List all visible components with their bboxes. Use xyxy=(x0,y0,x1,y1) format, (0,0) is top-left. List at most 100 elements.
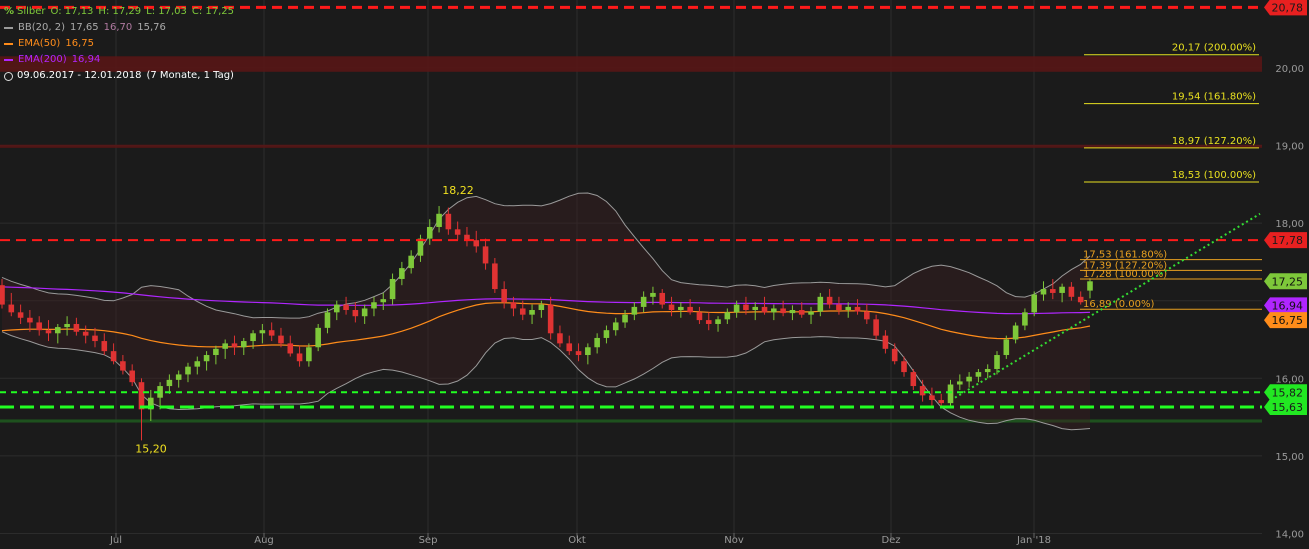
fib-label: 18,53 (100.00%) xyxy=(1172,170,1256,181)
candle-body xyxy=(984,368,991,373)
fib-label: 18,97 (127.20%) xyxy=(1172,136,1256,147)
candle-body xyxy=(557,333,563,344)
candle-body xyxy=(957,381,963,385)
candle xyxy=(315,323,321,352)
support-badge: 15,63 xyxy=(1264,399,1307,416)
candle-body xyxy=(1003,339,1010,356)
candle-body xyxy=(668,304,675,311)
bb-low: 15,76 xyxy=(137,22,166,33)
candle-body xyxy=(64,323,70,328)
candle-body xyxy=(203,355,210,362)
candle-body xyxy=(715,319,721,324)
y-tick-label: 18,00 xyxy=(1275,219,1304,230)
candle-body xyxy=(287,343,294,354)
candle-body xyxy=(213,348,219,356)
low-label: 15,20 xyxy=(135,442,167,455)
candle-body xyxy=(836,304,842,311)
candle-body xyxy=(510,302,517,309)
candle-body xyxy=(687,306,693,313)
candle-body xyxy=(101,341,108,352)
candle-body xyxy=(250,333,256,342)
bb-up: 16,70 xyxy=(103,22,133,33)
candle-body xyxy=(966,376,972,382)
candle-body xyxy=(315,327,321,348)
candle-body xyxy=(240,341,247,348)
x-tick-label: Sep xyxy=(419,535,438,546)
candle-body xyxy=(808,311,814,315)
candle-body xyxy=(1068,286,1075,297)
candle-body xyxy=(380,299,387,303)
y-tick-label: 14,00 xyxy=(1275,530,1304,541)
candle-body xyxy=(640,296,647,307)
candle-body xyxy=(780,308,786,314)
candle xyxy=(138,378,145,441)
candle-body xyxy=(371,302,377,309)
candle-body xyxy=(55,327,61,334)
candle-body xyxy=(27,317,33,323)
period: (7 Monate, 1 Tag) xyxy=(146,70,234,81)
candle-body xyxy=(724,312,731,320)
candle-body xyxy=(705,320,712,324)
price-badge: 16,94 xyxy=(1264,297,1307,314)
bb-swatch xyxy=(4,27,13,29)
chart-legend: % Silber O: 17,13 H: 17,29 L: 17,03 C: 1… xyxy=(4,4,239,84)
fib-small-label: 17,28 (100.00%) xyxy=(1083,269,1167,280)
candle-body xyxy=(473,240,480,247)
candle-body xyxy=(82,331,89,336)
support-badge: 15,82 xyxy=(1264,384,1307,401)
legend-ema50: EMA(50) 16,75 xyxy=(4,36,239,52)
candle-body xyxy=(622,314,628,323)
candle-body xyxy=(817,296,824,312)
bollinger-bands xyxy=(1,192,1091,431)
candle-body xyxy=(426,226,433,239)
candle-body xyxy=(929,395,935,401)
price-badge-text: 17,25 xyxy=(1272,275,1304,288)
candle-body xyxy=(631,306,638,315)
candle-body xyxy=(482,246,489,264)
candle-body xyxy=(891,348,898,362)
candle-body xyxy=(1040,289,1047,295)
candle-body xyxy=(324,312,331,328)
fib-small-label: 17,53 (161.80%) xyxy=(1083,250,1167,261)
candle-body xyxy=(231,343,238,348)
candle-body xyxy=(994,355,1000,369)
candle-body xyxy=(389,278,396,300)
x-tick-label: Nov xyxy=(724,535,744,546)
candle-body xyxy=(175,374,182,380)
legend-ema200: EMA(200) 16,94 xyxy=(4,52,239,68)
candle-body xyxy=(417,238,424,256)
low-value: L: 17,03 xyxy=(146,6,187,17)
candle-body xyxy=(194,361,201,367)
candle-body xyxy=(603,330,610,338)
x-tick-label: Jul xyxy=(109,535,122,546)
candle-body xyxy=(8,304,15,313)
candle-body xyxy=(975,372,982,377)
candle-body xyxy=(445,213,452,230)
candle-body xyxy=(910,372,917,387)
candle-body xyxy=(585,347,591,356)
candle-body xyxy=(454,229,461,235)
fib-label: 20,17 (200.00%) xyxy=(1172,43,1256,54)
x-tick-label: Jan '18 xyxy=(1016,535,1051,546)
candle-body xyxy=(278,335,284,344)
ema50-swatch xyxy=(4,43,13,45)
candle-body xyxy=(826,296,833,305)
high-value: H: 17,29 xyxy=(98,6,142,17)
open-value: O: 17,13 xyxy=(50,6,94,17)
price-zone xyxy=(0,144,1262,148)
candle-body xyxy=(547,304,554,334)
candle-body xyxy=(352,310,359,317)
x-tick-label: Aug xyxy=(254,535,274,546)
candle-body xyxy=(519,308,526,315)
candle-body xyxy=(185,366,191,375)
ema200-value: 16,94 xyxy=(71,54,101,65)
candle-body xyxy=(678,306,684,311)
fib-small-label: 16,89 (0.00%) xyxy=(1083,299,1154,310)
percent-chart-icon[interactable]: % xyxy=(4,4,14,20)
candle-body xyxy=(659,292,666,305)
candle-body xyxy=(798,310,805,315)
candle-body xyxy=(436,213,442,227)
ema200-label: EMA(200) xyxy=(18,54,67,65)
legend-ohlc: % Silber O: 17,13 H: 17,29 L: 17,03 C: 1… xyxy=(4,4,239,20)
price-badge: 17,25 xyxy=(1264,273,1307,290)
